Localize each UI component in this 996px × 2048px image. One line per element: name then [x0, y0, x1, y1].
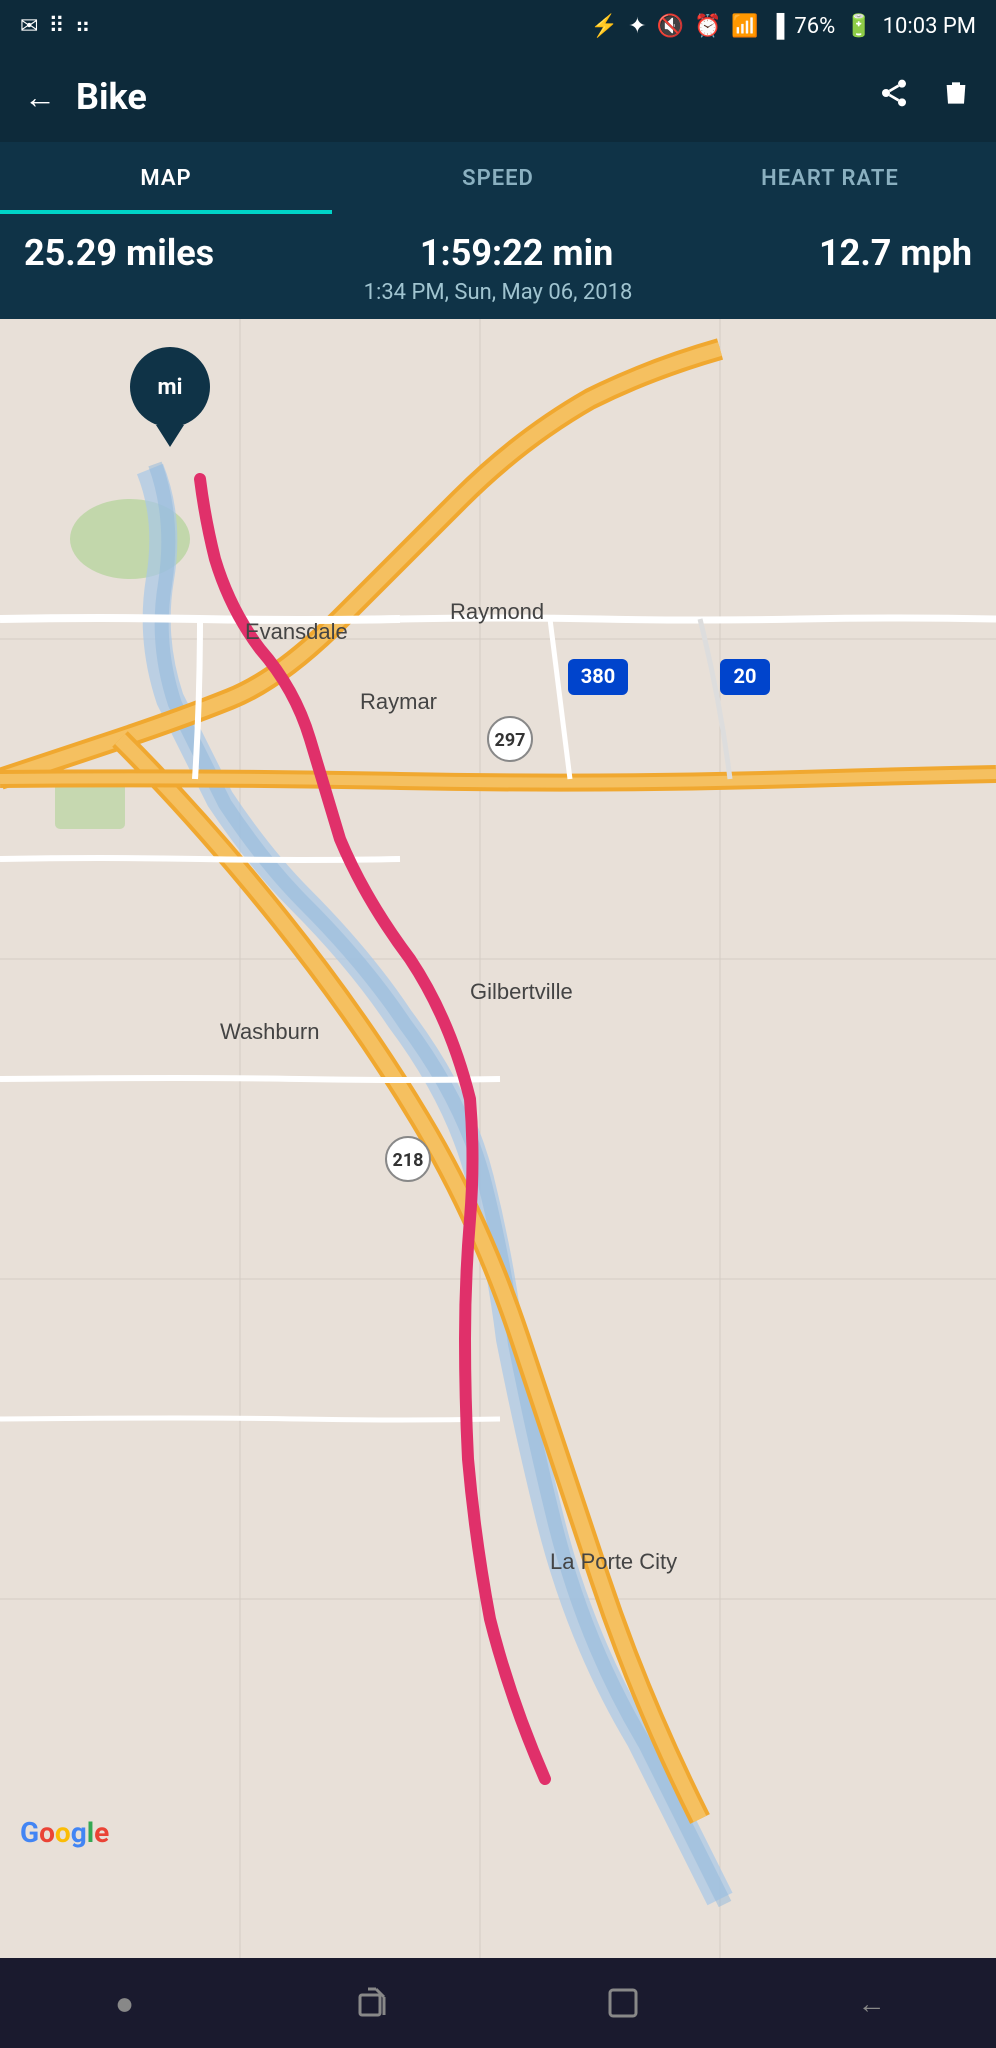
stats-row: 25.29 miles 1:59:22 min 12.7 mph — [24, 232, 972, 274]
stat-speed: 12.7 mph — [819, 232, 972, 274]
tabs-bar: MAP SPEED HEART RATE — [0, 142, 996, 214]
nav-square-button[interactable] — [593, 1973, 653, 2033]
svg-text:Raymond: Raymond — [450, 599, 544, 624]
mute-icon: 🔇 — [657, 14, 684, 39]
delete-button[interactable] — [940, 77, 972, 117]
stat-distance: 25.29 miles — [24, 232, 214, 274]
grid-icon: ⠿ — [48, 14, 64, 39]
nav-home-button[interactable]: ● — [95, 1973, 155, 2033]
header-left: ← Bike — [24, 76, 147, 118]
svg-text:La Porte City: La Porte City — [550, 1549, 677, 1574]
time-display: 10:03 PM — [883, 14, 976, 39]
google-logo: Google — [20, 1816, 109, 1849]
bottom-nav: ● ← — [0, 1958, 996, 2048]
pin-pointer — [156, 425, 184, 447]
mail-icon: ✉ — [20, 14, 38, 39]
wifi-icon: 📶 — [731, 14, 758, 39]
stats-bar: 25.29 miles 1:59:22 min 12.7 mph 1:34 PM… — [0, 214, 996, 319]
svg-text:Washburn: Washburn — [220, 1019, 319, 1044]
battery-icon: 🔋 — [845, 14, 872, 39]
map-area[interactable]: 380 20 297 218 Evansdale Raymond Raymar … — [0, 319, 996, 1959]
header: ← Bike — [0, 52, 996, 142]
map-pin: mi — [130, 347, 210, 447]
pin-label: mi — [130, 347, 210, 427]
alarm-icon: ⏰ — [694, 14, 721, 39]
nav-back-button[interactable]: ← — [842, 1973, 902, 2033]
svg-text:380: 380 — [581, 664, 615, 688]
svg-text:Gilbertville: Gilbertville — [470, 979, 573, 1004]
tab-heart-rate[interactable]: HEART RATE — [664, 142, 996, 214]
battery-alt-icon: ⚡ — [591, 14, 618, 39]
back-button[interactable]: ← — [24, 78, 56, 116]
stats-datetime: 1:34 PM, Sun, May 06, 2018 — [24, 280, 972, 305]
svg-text:Evansdale: Evansdale — [245, 619, 348, 644]
svg-text:297: 297 — [495, 730, 526, 751]
status-left-icons: ✉ ⠿ ⠶ — [20, 14, 91, 39]
svg-text:Raymar: Raymar — [360, 689, 437, 714]
nav-recent-button[interactable] — [344, 1973, 404, 2033]
signal-icon: ▐ — [769, 13, 785, 39]
svg-text:218: 218 — [393, 1150, 424, 1171]
battery-percent: 76% — [794, 14, 835, 39]
share-button[interactable] — [878, 77, 910, 117]
status-right-icons: ⚡ ✦ 🔇 ⏰ 📶 ▐ 76% 🔋 10:03 PM — [591, 13, 976, 39]
header-actions — [878, 77, 972, 117]
dots-icon: ⠶ — [75, 14, 91, 39]
page-title: Bike — [76, 76, 147, 118]
tab-map[interactable]: MAP — [0, 142, 332, 214]
stat-duration: 1:59:22 min — [420, 232, 613, 274]
tab-speed[interactable]: SPEED — [332, 142, 664, 214]
svg-text:20: 20 — [734, 664, 757, 688]
bluetooth-icon: ✦ — [628, 14, 646, 39]
status-bar: ✉ ⠿ ⠶ ⚡ ✦ 🔇 ⏰ 📶 ▐ 76% 🔋 10:03 PM — [0, 0, 996, 52]
